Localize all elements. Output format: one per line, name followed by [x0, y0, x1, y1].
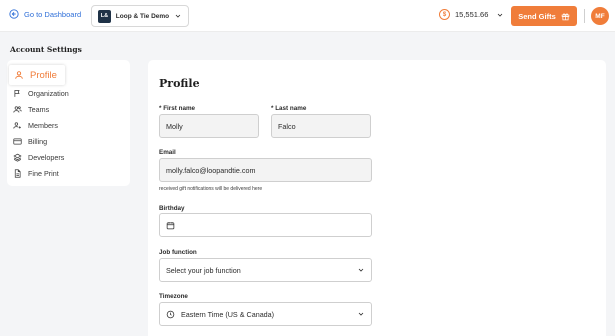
chevron-down-icon	[358, 268, 364, 272]
users-icon	[13, 105, 22, 113]
timezone-value: Eastern Time (US & Canada)	[181, 309, 275, 319]
file-icon	[14, 168, 21, 178]
first-name-field[interactable]: Molly	[159, 114, 259, 138]
last-name-value: Falco	[278, 121, 296, 131]
birthday-label: Birthday	[159, 205, 185, 212]
user-avatar[interactable]: MF	[591, 7, 609, 25]
first-name-label-text: First name	[163, 105, 196, 112]
profile-card: Profile * First name Molly * Last name F…	[148, 60, 606, 336]
account-settings-heading: Account Settings	[10, 45, 82, 54]
job-function-label: Job function	[159, 249, 197, 256]
user-plus-icon	[13, 121, 21, 129]
gift-icon	[561, 12, 569, 20]
sidebar-item-label: Members	[28, 120, 58, 130]
sidebar-item-teams[interactable]: Teams	[7, 101, 130, 117]
job-function-select[interactable]: Select your job function	[159, 258, 372, 282]
sidebar-item-label: Billing	[28, 136, 48, 146]
job-function-value: Select your job function	[166, 265, 241, 275]
sidebar-item-developers[interactable]: Developers	[7, 149, 130, 165]
user-icon	[15, 71, 23, 79]
birthday-field[interactable]	[159, 213, 372, 237]
org-logo-badge: L&	[98, 9, 111, 23]
chevron-down-icon	[358, 312, 364, 316]
sidebar-item-label: Teams	[28, 104, 50, 114]
sidebar-item-profile[interactable]: Profile	[9, 65, 65, 85]
required-mark: *	[159, 105, 162, 112]
sidebar-item-fine-print[interactable]: Fine Print	[7, 165, 130, 181]
page-title: Profile	[159, 77, 200, 90]
top-bar: Go to Dashboard L& Loop & Tie Demo $ 15,…	[0, 0, 615, 32]
credit-card-icon	[13, 138, 22, 144]
sidebar-item-billing[interactable]: Billing	[7, 133, 130, 149]
flag-icon	[14, 89, 20, 97]
balance-amount: 15,551.66	[455, 10, 489, 19]
timezone-label: Timezone	[159, 293, 188, 300]
send-gifts-button[interactable]: Send Gifts	[511, 6, 577, 26]
chevron-down-icon	[498, 13, 503, 17]
email-value: molly.falco@loopandtie.com	[166, 165, 256, 175]
clock-icon	[166, 310, 175, 318]
sidebar-item-label: Profile	[30, 69, 57, 81]
first-name-value: Molly	[166, 121, 183, 131]
email-field[interactable]: molly.falco@loopandtie.com	[159, 158, 372, 182]
last-name-field[interactable]: Falco	[271, 114, 371, 138]
last-name-label: * Last name	[271, 105, 306, 112]
topbar-divider	[584, 9, 585, 23]
coin-icon: $	[439, 9, 450, 20]
first-name-label: * First name	[159, 105, 195, 112]
go-to-dashboard-label: Go to Dashboard	[24, 9, 82, 19]
timezone-select[interactable]: Eastern Time (US & Canada)	[159, 302, 372, 326]
email-help-text: received gift notifications will be deli…	[159, 186, 263, 192]
go-to-dashboard-link[interactable]: Go to Dashboard	[9, 9, 81, 19]
required-mark: *	[271, 105, 274, 112]
organization-select[interactable]: L& Loop & Tie Demo	[91, 5, 189, 27]
chevron-down-icon	[175, 14, 181, 18]
sidebar-item-label: Organization	[28, 88, 69, 98]
sidebar-item-label: Fine Print	[28, 168, 59, 178]
sidebar-item-members[interactable]: Members	[7, 117, 130, 133]
arrow-left-circle-icon	[9, 9, 19, 19]
email-label: Email	[159, 149, 176, 156]
balance-dropdown[interactable]: $ 15,551.66	[439, 9, 504, 20]
layers-icon	[13, 153, 22, 162]
sidebar-item-label: Developers	[28, 152, 65, 162]
sidebar-item-organization[interactable]: Organization	[7, 85, 130, 101]
settings-sidebar: Profile Organization Teams Members Billi…	[7, 60, 130, 186]
last-name-label-text: Last name	[275, 105, 307, 112]
send-gifts-label: Send Gifts	[518, 11, 556, 21]
calendar-icon	[166, 221, 175, 229]
org-name: Loop & Tie Demo	[115, 12, 170, 20]
